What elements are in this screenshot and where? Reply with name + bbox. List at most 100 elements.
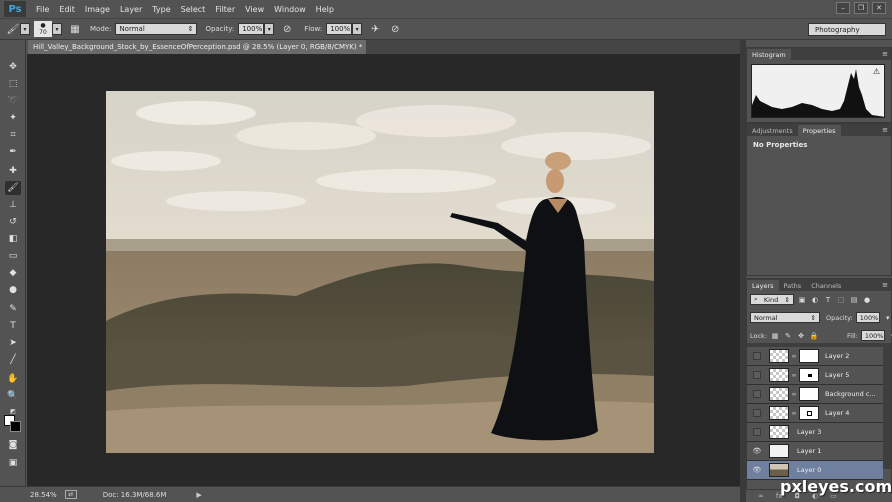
brush-tool-icon[interactable]: 🖌 — [5, 181, 21, 195]
eye-icon[interactable]: 👁 — [751, 464, 763, 476]
layer-row[interactable]: Layer 3 — [747, 423, 883, 442]
pixel-filter-icon[interactable]: ▣ — [797, 294, 807, 305]
path-selection-tool-icon[interactable]: ➤ — [5, 336, 21, 350]
opacity-dropdown-icon[interactable]: ▾ — [883, 312, 892, 323]
chain-link-icon[interactable]: ∞ — [791, 353, 797, 360]
tab-paths[interactable]: Paths — [779, 280, 807, 291]
layer-row[interactable]: ∞ Background c... — [747, 385, 883, 404]
lock-transparent-icon[interactable]: ▦ — [770, 330, 780, 341]
panel-menu-icon[interactable]: ≡ — [882, 281, 888, 289]
eraser-tool-icon[interactable]: ◧ — [5, 232, 21, 246]
type-tool-icon[interactable]: T — [5, 319, 21, 333]
layer-row[interactable]: 👁 Layer 1 — [747, 442, 883, 461]
menu-window[interactable]: Window — [274, 5, 306, 14]
layer-mask-thumbnail[interactable] — [799, 349, 819, 363]
tab-properties[interactable]: Properties — [797, 125, 841, 136]
pressure-size-icon[interactable]: ⊘ — [388, 22, 402, 36]
panel-menu-icon[interactable]: ≡ — [882, 50, 888, 58]
visibility-toggle[interactable] — [751, 407, 763, 419]
menu-image[interactable]: Image — [85, 5, 110, 14]
brush-picker-dropdown[interactable]: ▾ — [52, 23, 62, 35]
airbrush-icon[interactable]: ✈ — [368, 22, 382, 36]
menu-select[interactable]: Select — [181, 5, 206, 14]
screen-mode-icon[interactable]: ▣ — [5, 456, 21, 470]
fill-input[interactable]: 100% — [860, 330, 885, 341]
canvas-area[interactable] — [27, 54, 740, 486]
brush-panel-icon[interactable]: ▦ — [68, 22, 82, 36]
layer-mask-thumbnail[interactable] — [799, 406, 819, 420]
fill-dropdown-icon[interactable]: ▾ — [888, 330, 892, 341]
workspace-select[interactable]: Photography — [808, 23, 886, 36]
blur-tool-icon[interactable]: ◆ — [5, 266, 21, 280]
gradient-tool-icon[interactable]: ▭ — [5, 249, 21, 263]
filter-kind-select[interactable]: ⌕ Kind ⇕ — [750, 294, 794, 305]
layer-row[interactable]: ∞ Layer 2 — [747, 347, 883, 366]
lasso-tool-icon[interactable]: ➰ — [5, 94, 21, 108]
tab-layers[interactable]: Layers — [747, 280, 779, 291]
chain-link-icon[interactable]: ∞ — [791, 372, 797, 379]
pen-tool-icon[interactable]: ✎ — [5, 302, 21, 316]
marquee-tool-icon[interactable]: ⬚ — [5, 77, 21, 91]
zoom-level[interactable]: 28.54% — [30, 491, 57, 499]
minimize-button[interactable]: – — [836, 2, 850, 14]
status-menu-arrow[interactable]: ▶ — [196, 491, 201, 499]
hand-tool-icon[interactable]: ✋ — [5, 372, 21, 386]
tab-histogram[interactable]: Histogram — [747, 49, 791, 60]
lock-position-icon[interactable]: ✥ — [796, 330, 806, 341]
menu-file[interactable]: File — [36, 5, 49, 14]
document-tab[interactable]: Hill_Valley_Background_Stock_by_EssenceO… — [28, 40, 366, 54]
menu-help[interactable]: Help — [316, 5, 334, 14]
pressure-opacity-icon[interactable]: ⊘ — [280, 22, 294, 36]
background-color-swatch[interactable] — [10, 421, 21, 432]
healing-brush-tool-icon[interactable]: ✚ — [5, 164, 21, 178]
link-layers-icon[interactable]: ∞ — [758, 492, 764, 500]
chain-link-icon[interactable]: ∞ — [791, 410, 797, 417]
smart-object-filter-icon[interactable]: ▤ — [849, 294, 859, 305]
warning-icon[interactable]: ⚠ — [873, 67, 880, 76]
visibility-toggle[interactable] — [751, 350, 763, 362]
tab-adjustments[interactable]: Adjustments — [747, 125, 798, 136]
clone-stamp-tool-icon[interactable]: ⊥ — [5, 198, 21, 212]
menu-edit[interactable]: Edit — [59, 5, 75, 14]
tab-channels[interactable]: Channels — [806, 280, 846, 291]
dodge-tool-icon[interactable]: ● — [5, 283, 21, 297]
opacity-input[interactable]: 100% — [238, 23, 265, 35]
chain-link-icon[interactable]: ∞ — [791, 391, 797, 398]
document-canvas[interactable] — [106, 91, 654, 453]
layer-opacity-input[interactable]: 100% — [855, 312, 880, 323]
adjustment-filter-icon[interactable]: ◐ — [810, 294, 820, 305]
flow-dropdown[interactable]: ▾ — [352, 23, 363, 35]
layer-row[interactable]: ∞ Layer 5 — [747, 366, 883, 385]
history-brush-tool-icon[interactable]: ↺ — [5, 215, 21, 229]
magic-wand-tool-icon[interactable]: ✦ — [5, 111, 21, 125]
mode-select[interactable]: Normal ⇕ — [115, 23, 198, 35]
menu-layer[interactable]: Layer — [120, 5, 142, 14]
restore-button[interactable]: ❐ — [854, 2, 868, 14]
visibility-toggle[interactable] — [751, 426, 763, 438]
layer-mask-thumbnail[interactable] — [799, 368, 819, 382]
quick-mask-icon[interactable]: ◙ — [5, 438, 21, 452]
tool-preset-dropdown[interactable]: ▾ — [20, 23, 30, 35]
crop-tool-icon[interactable]: ⌗ — [5, 128, 21, 142]
layer-mask-thumbnail[interactable] — [799, 387, 819, 401]
lock-all-icon[interactable]: 🔒 — [809, 330, 819, 341]
menu-filter[interactable]: Filter — [215, 5, 235, 14]
lock-image-icon[interactable]: ✎ — [783, 330, 793, 341]
eye-icon[interactable]: 👁 — [751, 445, 763, 457]
menu-type[interactable]: Type — [152, 5, 170, 14]
opacity-dropdown[interactable]: ▾ — [264, 23, 275, 35]
layer-row[interactable]: ∞ Layer 4 — [747, 404, 883, 423]
menu-view[interactable]: View — [245, 5, 264, 14]
flow-input[interactable]: 100% — [326, 23, 353, 35]
filter-toggle-icon[interactable]: ● — [862, 294, 872, 305]
eyedropper-tool-icon[interactable]: ✒ — [5, 145, 21, 159]
type-filter-icon[interactable]: T — [823, 294, 833, 305]
line-tool-icon[interactable]: ╱ — [5, 353, 21, 367]
proof-icon[interactable]: ⇄ — [64, 490, 77, 499]
zoom-tool-icon[interactable]: 🔍 — [5, 389, 21, 403]
close-button[interactable]: ✕ — [872, 2, 886, 14]
shape-filter-icon[interactable]: ⬚ — [836, 294, 846, 305]
move-tool-icon[interactable]: ✥ — [5, 60, 21, 74]
panel-menu-icon[interactable]: ≡ — [882, 126, 888, 134]
brush-size-picker[interactable]: ● 70 — [34, 21, 52, 37]
